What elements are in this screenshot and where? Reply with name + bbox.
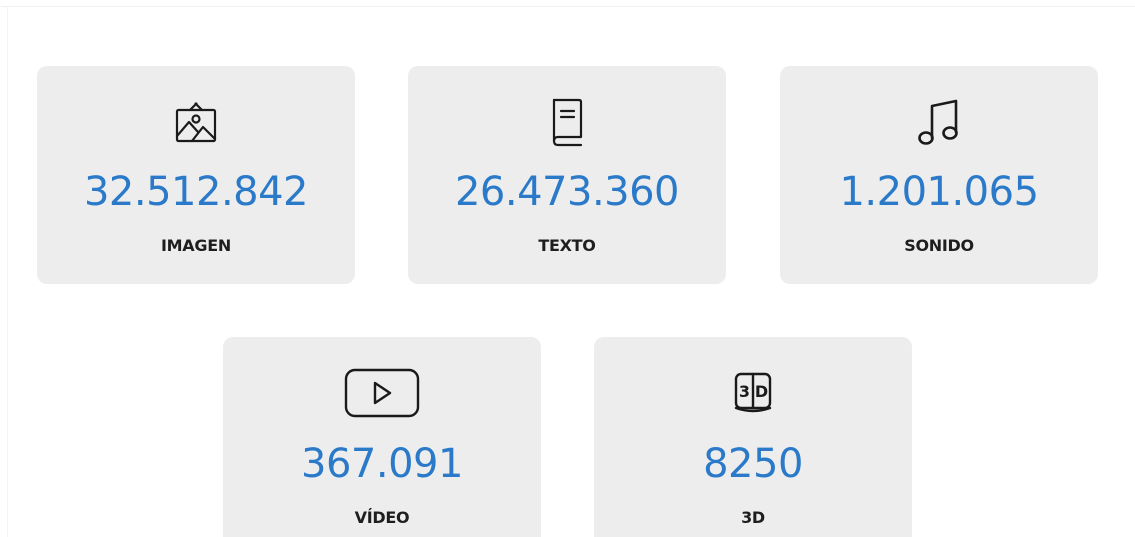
left-divider [7, 7, 8, 537]
stat-value: 32.512.842 [83, 169, 309, 215]
stat-label: VÍDEO [354, 508, 410, 527]
stat-label: TEXTO [538, 236, 596, 255]
stat-label: IMAGEN [161, 236, 231, 255]
svg-text:3: 3 [739, 382, 750, 401]
stat-label: SONIDO [904, 236, 974, 255]
stat-card-texto[interactable]: 26.473.360 TEXTO [408, 66, 726, 284]
music-note-icon [780, 94, 1098, 150]
stat-value: 8250 [703, 441, 803, 487]
play-icon [223, 365, 541, 421]
stat-value: 367.091 [301, 441, 463, 487]
stat-label: 3D [741, 508, 765, 527]
stat-card-video[interactable]: 367.091 VÍDEO [223, 337, 541, 537]
stat-card-3d[interactable]: 3 D 8250 3D [594, 337, 912, 537]
stat-value: 26.473.360 [454, 169, 680, 215]
stat-card-sonido[interactable]: 1.201.065 SONIDO [780, 66, 1098, 284]
top-divider [0, 6, 1135, 7]
3d-cube-icon: 3 D [594, 365, 912, 421]
stat-value: 1.201.065 [839, 169, 1039, 215]
book-icon [408, 94, 726, 150]
svg-text:D: D [755, 382, 768, 401]
stat-card-imagen[interactable]: 32.512.842 IMAGEN [37, 66, 355, 284]
image-icon [37, 94, 355, 150]
